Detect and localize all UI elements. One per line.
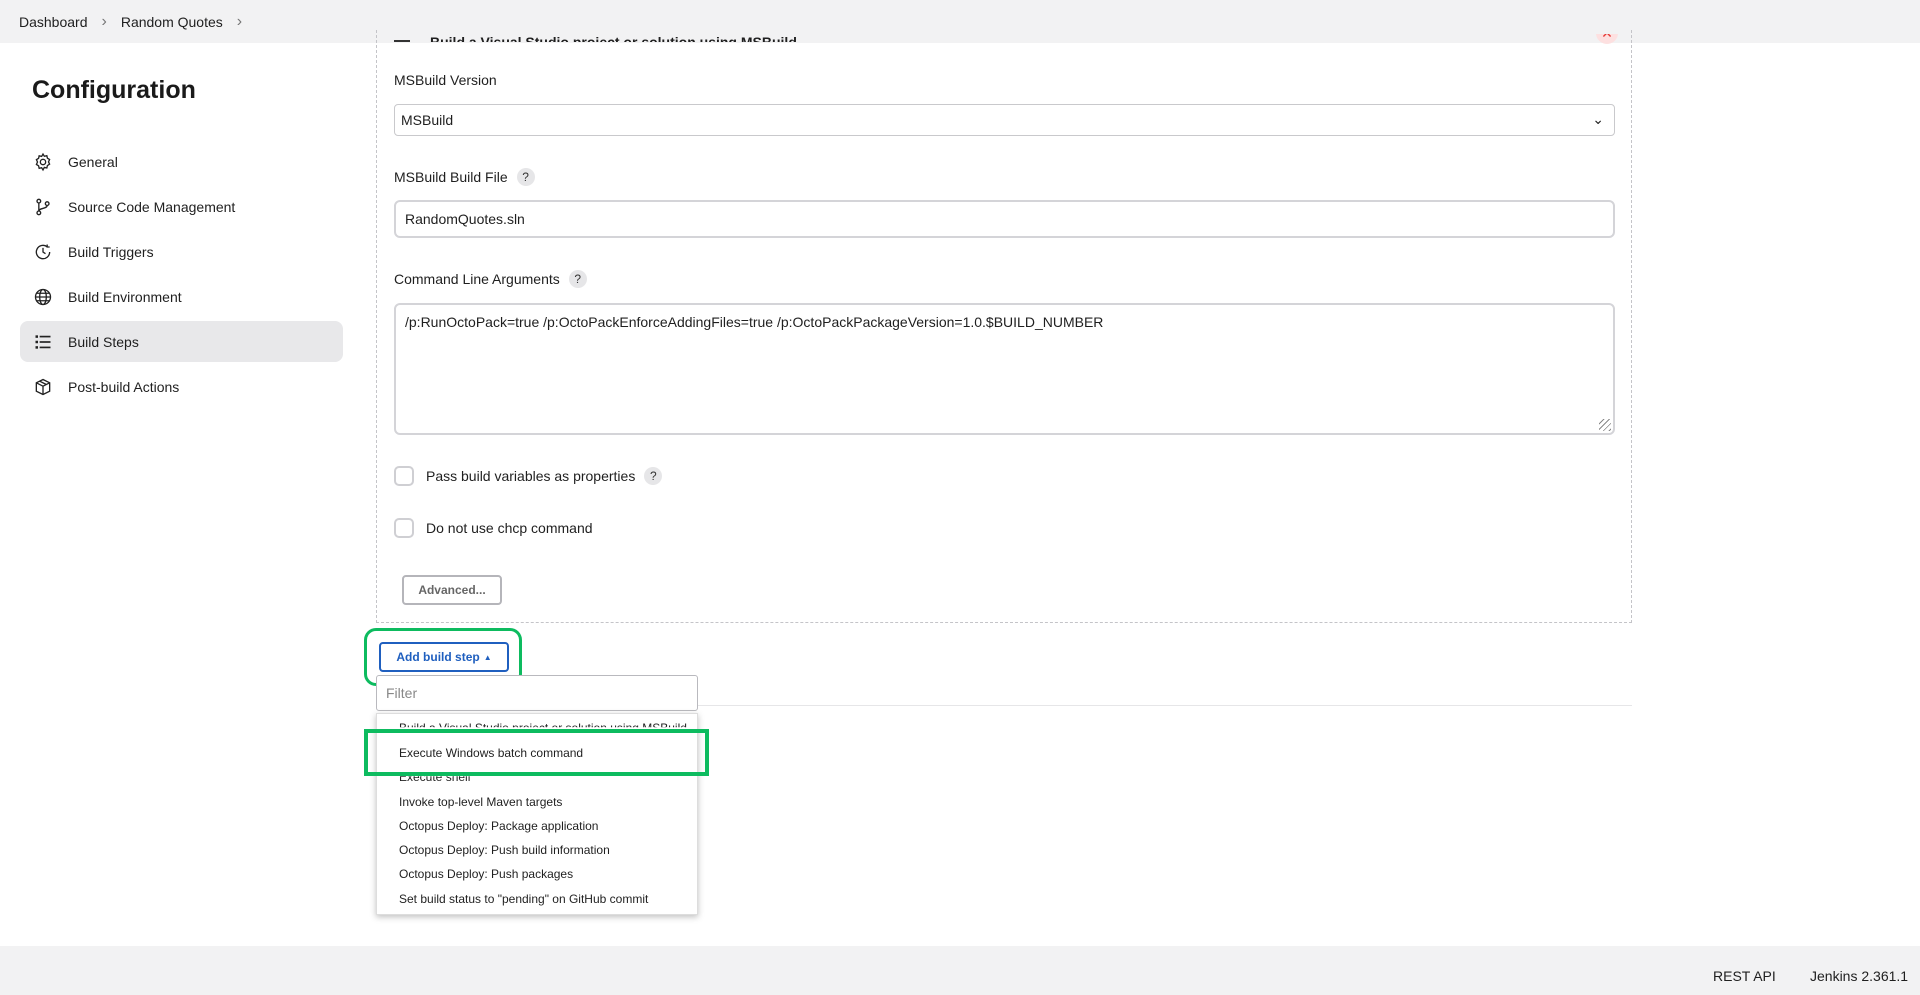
close-icon: ✕ xyxy=(1596,34,1618,44)
sidebar-nav: General Source Code Management Build Tri… xyxy=(20,141,343,411)
sidebar-item-label: Build Triggers xyxy=(68,243,154,260)
cmd-args-label-row: Command Line Arguments ? xyxy=(394,270,587,288)
sidebar-item-build-steps[interactable]: Build Steps xyxy=(20,321,343,362)
page-title: Configuration xyxy=(32,76,196,104)
no-chcp-row: Do not use chcp command xyxy=(394,518,593,538)
sidebar-item-label: Build Environment xyxy=(68,288,182,305)
chevron-right-icon[interactable]: › xyxy=(237,13,242,31)
delete-step-button[interactable]: ✕ xyxy=(1596,34,1618,44)
build-file-label: MSBuild Build File xyxy=(394,169,508,185)
sidebar-item-general[interactable]: General xyxy=(20,141,343,182)
list-icon xyxy=(32,331,54,353)
sidebar-item-build-environment[interactable]: Build Environment xyxy=(20,276,343,317)
pass-vars-row: Pass build variables as properties ? xyxy=(394,466,663,486)
chevron-right-icon: › xyxy=(101,12,107,30)
menu-item-maven[interactable]: Invoke top-level Maven targets xyxy=(399,794,562,810)
help-icon[interactable]: ? xyxy=(516,168,535,186)
caret-up-icon: ▲ xyxy=(483,652,492,662)
msbuild-version-select[interactable]: MSBuild ⌄ xyxy=(394,104,1615,136)
add-build-step-label: Add build step xyxy=(396,650,480,664)
footer: REST API Jenkins 2.361.1 xyxy=(0,946,1920,995)
build-file-input[interactable]: RandomQuotes.sln xyxy=(394,200,1615,238)
menu-item-octopus-push-packages[interactable]: Octopus Deploy: Push packages xyxy=(399,866,573,882)
menu-item-octopus-package[interactable]: Octopus Deploy: Package application xyxy=(399,818,598,834)
branch-icon xyxy=(32,196,54,218)
msbuild-version-value: MSBuild xyxy=(401,112,454,128)
sidebar-item-source-code-management[interactable]: Source Code Management xyxy=(20,186,343,227)
jenkins-version-link[interactable]: Jenkins 2.361.1 xyxy=(1810,968,1908,984)
section-divider xyxy=(698,705,1632,706)
cmd-args-textarea[interactable]: /p:RunOctoPack=true /p:OctoPackEnforceAd… xyxy=(394,303,1615,435)
msbuild-version-label: MSBuild Version xyxy=(394,72,497,88)
pass-vars-label: Pass build variables as properties xyxy=(426,468,636,484)
breadcrumb-dashboard[interactable]: Dashboard xyxy=(19,14,88,30)
cmd-args-value: /p:RunOctoPack=true /p:OctoPackEnforceAd… xyxy=(405,314,1104,330)
highlight-box xyxy=(364,729,709,776)
build-file-value: RandomQuotes.sln xyxy=(405,211,525,227)
advanced-button[interactable]: Advanced... xyxy=(402,575,502,605)
build-file-label-row: MSBuild Build File ? xyxy=(394,168,535,186)
sidebar-item-label: Post-build Actions xyxy=(68,378,180,395)
clock-icon xyxy=(32,241,54,263)
sidebar-item-post-build-actions[interactable]: Post-build Actions xyxy=(20,366,343,407)
rest-api-link[interactable]: REST API xyxy=(1713,968,1776,984)
package-icon xyxy=(32,376,54,398)
globe-icon xyxy=(32,286,54,308)
gear-icon xyxy=(32,151,54,173)
add-build-step-button[interactable]: Add build step ▲ xyxy=(379,642,509,672)
pass-vars-checkbox[interactable] xyxy=(394,466,414,486)
collapse-handle-icon[interactable] xyxy=(394,40,410,42)
no-chcp-label: Do not use chcp command xyxy=(426,520,593,536)
sidebar-item-build-triggers[interactable]: Build Triggers xyxy=(20,231,343,272)
no-chcp-checkbox[interactable] xyxy=(394,518,414,538)
resize-handle-icon[interactable] xyxy=(1599,419,1611,431)
menu-item-octopus-build-info[interactable]: Octopus Deploy: Push build information xyxy=(399,842,610,858)
help-icon[interactable]: ? xyxy=(644,467,663,485)
sidebar-item-label: Build Steps xyxy=(68,333,139,350)
breadcrumb-random-quotes[interactable]: Random Quotes xyxy=(121,14,223,30)
filter-input[interactable]: Filter xyxy=(376,675,698,711)
chevron-down-icon: ⌄ xyxy=(1592,111,1604,127)
cmd-args-label: Command Line Arguments xyxy=(394,271,560,287)
sidebar-item-label: Source Code Management xyxy=(68,198,236,215)
help-icon[interactable]: ? xyxy=(568,270,587,288)
filter-placeholder: Filter xyxy=(386,685,418,701)
sidebar-item-label: General xyxy=(68,153,118,170)
menu-item-github-status[interactable]: Set build status to "pending" on GitHub … xyxy=(399,891,648,907)
